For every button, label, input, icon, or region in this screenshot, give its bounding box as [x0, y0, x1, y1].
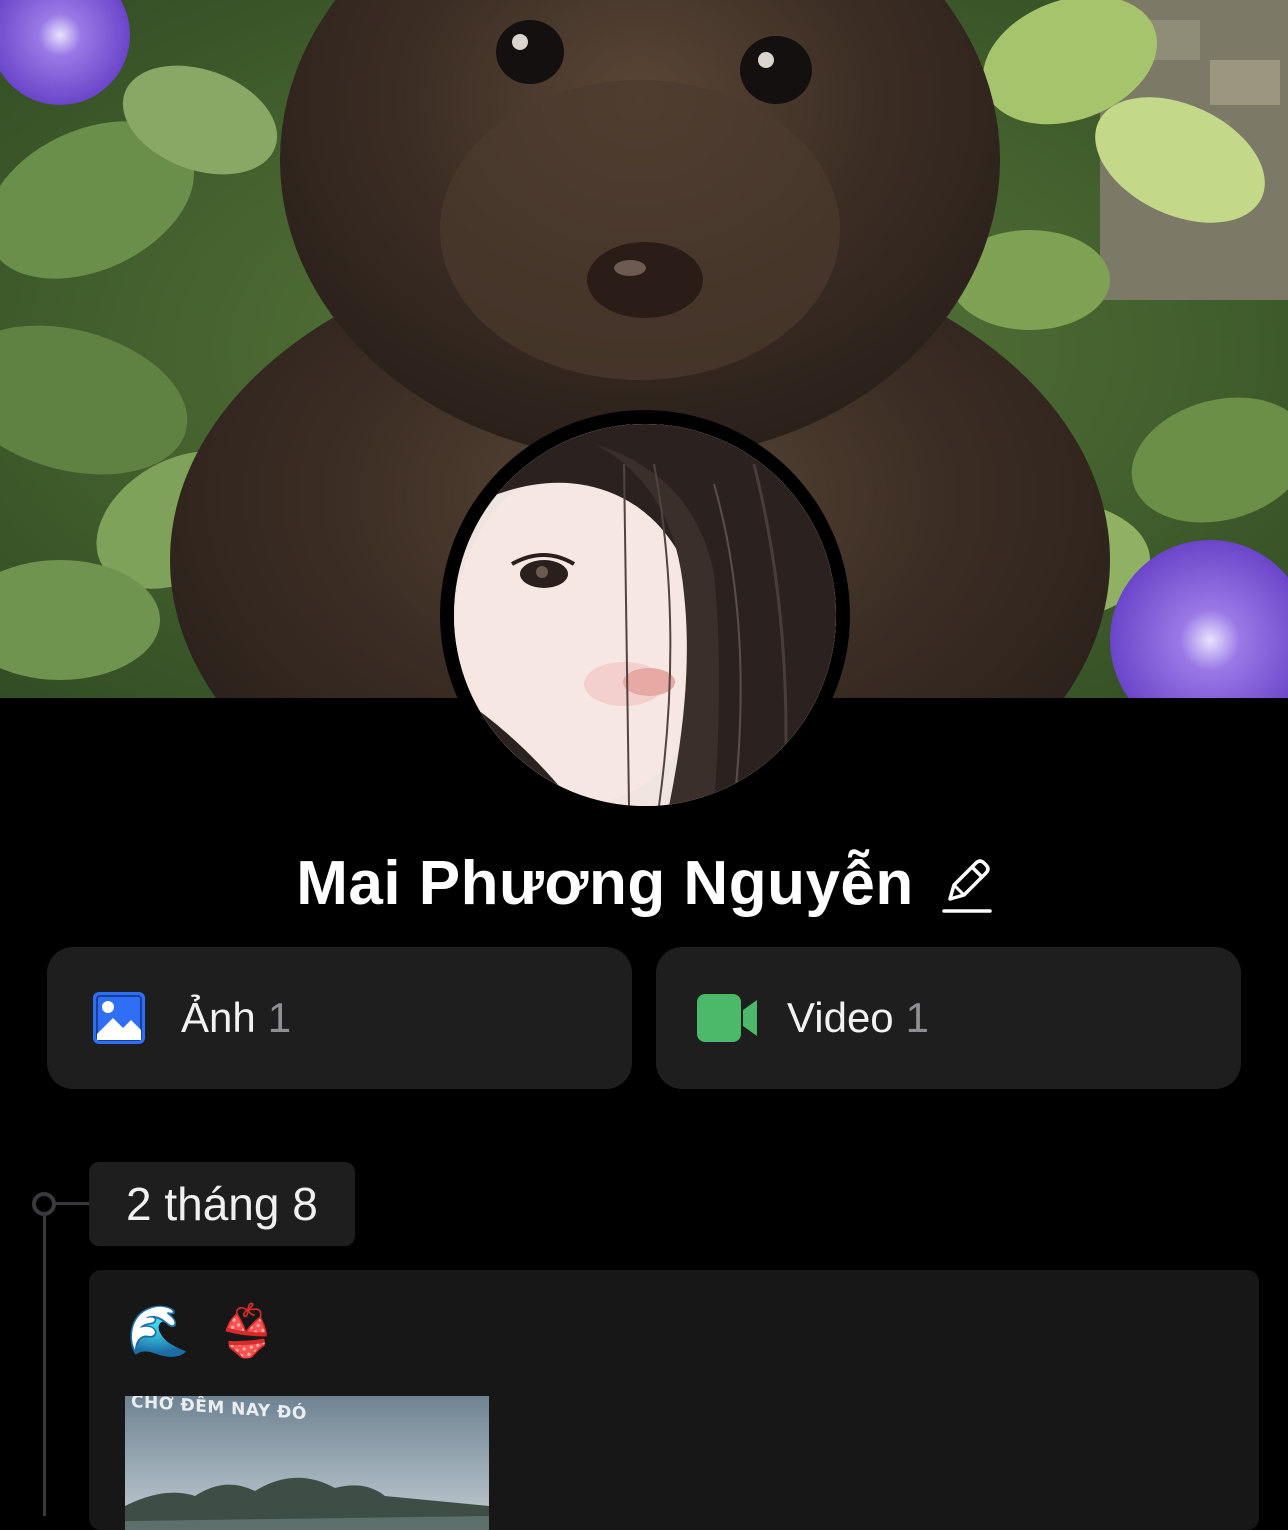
post-thumbnail-image: [125, 1396, 489, 1530]
timeline-line: [43, 1216, 46, 1516]
photo-icon: [93, 992, 145, 1044]
videos-card[interactable]: Video 1: [656, 947, 1241, 1089]
avatar[interactable]: [440, 410, 850, 820]
timeline-connector: [54, 1202, 90, 1205]
timeline-node: [32, 1192, 56, 1216]
profile-name: Mai Phương Nguyễn: [296, 849, 914, 918]
video-camera-icon: [697, 994, 757, 1042]
pencil-icon[interactable]: [940, 853, 992, 915]
timeline-post[interactable]: 🌊 👙 CHỜ ĐÊM NAY ĐÓ: [89, 1270, 1259, 1530]
post-caption: 🌊 👙: [127, 1303, 284, 1359]
videos-count: 1: [905, 994, 930, 1041]
photos-label: Ảnh: [181, 994, 256, 1041]
photos-count: 1: [267, 994, 292, 1041]
avatar-photo: [454, 424, 836, 806]
videos-label: Video: [787, 994, 894, 1041]
photos-card[interactable]: Ảnh 1: [47, 947, 632, 1089]
timeline-date: 2 tháng 8: [89, 1162, 355, 1246]
profile-name-row: Mai Phương Nguyễn: [0, 846, 1288, 922]
post-thumbnail[interactable]: CHỜ ĐÊM NAY ĐÓ: [125, 1396, 489, 1530]
